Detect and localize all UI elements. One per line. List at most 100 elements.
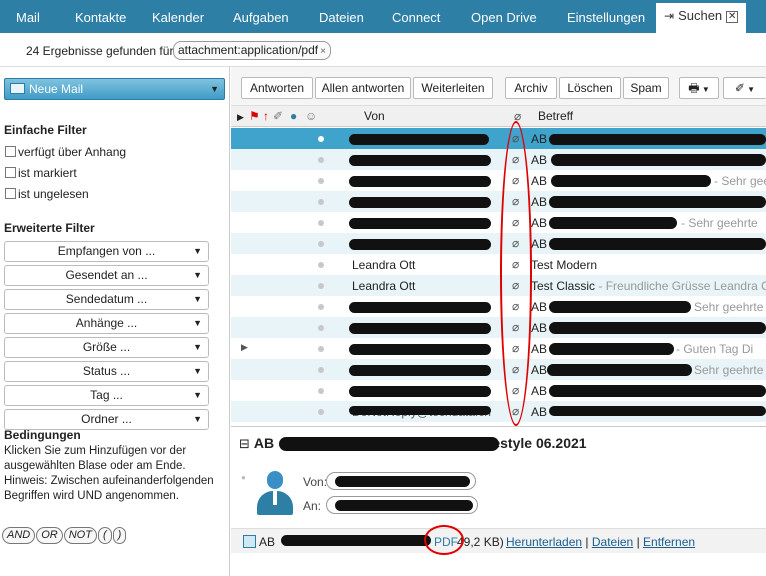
- archive-button[interactable]: Archiv: [505, 77, 557, 99]
- checkbox[interactable]: [5, 146, 16, 157]
- redaction: [549, 196, 766, 208]
- dropdown-send-date[interactable]: Sendedatum ... ▼: [4, 289, 209, 310]
- message-preview: ⊟ AB sting.westyle 06.2021 ● Von: An: AB P…: [231, 426, 766, 576]
- chevron-down-icon: ▼: [193, 270, 202, 280]
- paperclip-icon: ⌀: [512, 320, 520, 334]
- reply-button[interactable]: Antworten: [241, 77, 313, 99]
- dropdown-status[interactable]: Status ... ▼: [4, 361, 209, 382]
- read-dot-icon: [318, 409, 324, 415]
- checkbox[interactable]: [5, 167, 16, 178]
- paperclip-icon: ⌀: [512, 257, 520, 271]
- avatar: [255, 471, 295, 517]
- read-dot-icon: [318, 241, 324, 247]
- tab-suchen[interactable]: ⇥ Suchen ✕: [656, 3, 747, 33]
- chip-close-icon[interactable]: ×: [320, 46, 326, 57]
- dropdown-label: Sendedatum ...: [65, 292, 148, 306]
- chevron-down-icon: ▼: [699, 85, 710, 94]
- column-from[interactable]: Von: [364, 109, 385, 123]
- filter-is-flagged[interactable]: ist markiert: [5, 166, 77, 180]
- collapse-icon[interactable]: ⊟: [239, 436, 250, 451]
- priority-icon[interactable]: ↑: [263, 109, 269, 123]
- tab-aufgaben[interactable]: Aufgaben: [233, 0, 289, 33]
- redaction: [549, 134, 766, 145]
- checkbox[interactable]: [5, 188, 16, 199]
- tab-connect[interactable]: Connect: [392, 0, 440, 33]
- paperclip-icon: ⌀: [512, 152, 520, 166]
- redaction: [549, 406, 766, 416]
- redaction: [349, 218, 491, 229]
- checkbox-label: ist markiert: [18, 166, 77, 180]
- tab-suchen-label: Suchen: [678, 8, 723, 23]
- spam-button[interactable]: Spam: [623, 77, 669, 99]
- paperclip-icon: ⌀: [512, 341, 520, 355]
- pin-icon: ⇥: [664, 9, 675, 23]
- dropdown-sent-to[interactable]: Gesendet an ... ▼: [4, 265, 209, 286]
- download-link[interactable]: Herunterladen: [506, 535, 582, 549]
- query-chip-label: attachment:application/pdf: [178, 43, 319, 57]
- redaction: [279, 437, 499, 451]
- checkbox-label: verfügt über Anhang: [18, 145, 127, 159]
- paperclip-icon: ⌀: [512, 194, 520, 208]
- forward-button[interactable]: Weiterleiten: [413, 77, 493, 99]
- tab-mail[interactable]: Mail: [16, 0, 40, 33]
- expand-icon[interactable]: ▶: [237, 112, 244, 123]
- tab-kalender[interactable]: Kalender: [152, 0, 204, 33]
- paperclip-icon[interactable]: ⌀: [514, 109, 521, 123]
- files-link[interactable]: Dateien: [592, 535, 633, 549]
- redaction: [551, 154, 766, 166]
- results-count: 24 Ergebnisse gefunden für:: [26, 44, 177, 58]
- tag-icon[interactable]: ✐: [273, 109, 283, 123]
- conditions-heading: Bedingungen: [4, 428, 81, 442]
- redaction: [549, 343, 674, 355]
- dropdown-size[interactable]: Größe ... ▼: [4, 337, 209, 358]
- table-row[interactable]: Leandra Ott ⌀ Test Modern: [231, 254, 766, 275]
- row-subject: AB - Guten Tag Di: [531, 342, 754, 356]
- new-mail-button[interactable]: Neue Mail ▼: [4, 78, 225, 100]
- read-dot-icon: [318, 220, 324, 226]
- tab-einstellungen[interactable]: Einstellungen: [567, 0, 645, 33]
- row-from: Leandra Ott: [352, 279, 416, 293]
- dropdown-received-from[interactable]: Empfangen von ... ▼: [4, 241, 209, 262]
- table-row[interactable]: ⌀ AB - Sehr geehrte: [231, 212, 766, 233]
- chevron-down-icon[interactable]: ▼: [210, 79, 219, 99]
- dropdown-label: Größe ...: [82, 340, 131, 354]
- operator-close-paren[interactable]: ): [112, 527, 127, 544]
- close-icon[interactable]: ✕: [726, 10, 739, 23]
- dropdown-attachments[interactable]: Anhänge ... ▼: [4, 313, 209, 334]
- paperclip-icon: ⌀: [512, 299, 520, 313]
- print-menu-button[interactable]: 🖶 ▼: [679, 77, 719, 99]
- flag-icon[interactable]: ⚑: [249, 109, 260, 123]
- filter-has-attachment[interactable]: verfügt über Anhang: [5, 145, 126, 159]
- delete-button[interactable]: Löschen: [559, 77, 621, 99]
- operator-open-paren[interactable]: (: [97, 527, 112, 544]
- table-row[interactable]: Leandra Ott ⌀ Test Classic - Freundliche G…: [231, 275, 766, 296]
- mail-toolbar: Antworten Allen antworten Weiterleiten A…: [231, 67, 766, 106]
- table-row[interactable]: ▶ ⌀ AB - Guten Tag Di: [231, 338, 766, 359]
- operator-or[interactable]: OR: [36, 527, 63, 544]
- thread-expand-icon[interactable]: ▶: [241, 342, 248, 353]
- tab-open-drive[interactable]: Open Drive: [471, 0, 537, 33]
- remove-link[interactable]: Entfernen: [643, 535, 695, 549]
- dropdown-tag[interactable]: Tag ... ▼: [4, 385, 209, 406]
- tab-dateien[interactable]: Dateien: [319, 0, 364, 33]
- tab-kontakte[interactable]: Kontakte: [75, 0, 126, 33]
- row-subject: AB: [531, 321, 548, 335]
- column-subject[interactable]: Betreff: [538, 109, 573, 123]
- redaction: [349, 344, 491, 355]
- redaction: [349, 406, 491, 415]
- unread-dot-icon[interactable]: ●: [290, 109, 297, 123]
- redaction: [349, 386, 491, 397]
- tag-menu-button[interactable]: ✐ ▼: [723, 77, 766, 99]
- filter-is-unread[interactable]: ist ungelesen: [5, 187, 89, 201]
- paperclip-icon: ⌀: [512, 362, 520, 376]
- search-query-chip[interactable]: attachment:application/pdf ×: [173, 41, 331, 60]
- operator-and[interactable]: AND: [2, 527, 36, 544]
- tag-icon: ✐: [734, 81, 745, 95]
- redaction: [349, 134, 489, 145]
- chevron-down-icon: ▼: [744, 85, 756, 94]
- chevron-down-icon: ▼: [193, 294, 202, 304]
- reply-all-button[interactable]: Allen antworten: [315, 77, 411, 99]
- operator-not[interactable]: NOT: [63, 527, 97, 544]
- paperclip-icon: ⌀: [512, 404, 520, 418]
- contact-icon[interactable]: ☺: [305, 109, 317, 123]
